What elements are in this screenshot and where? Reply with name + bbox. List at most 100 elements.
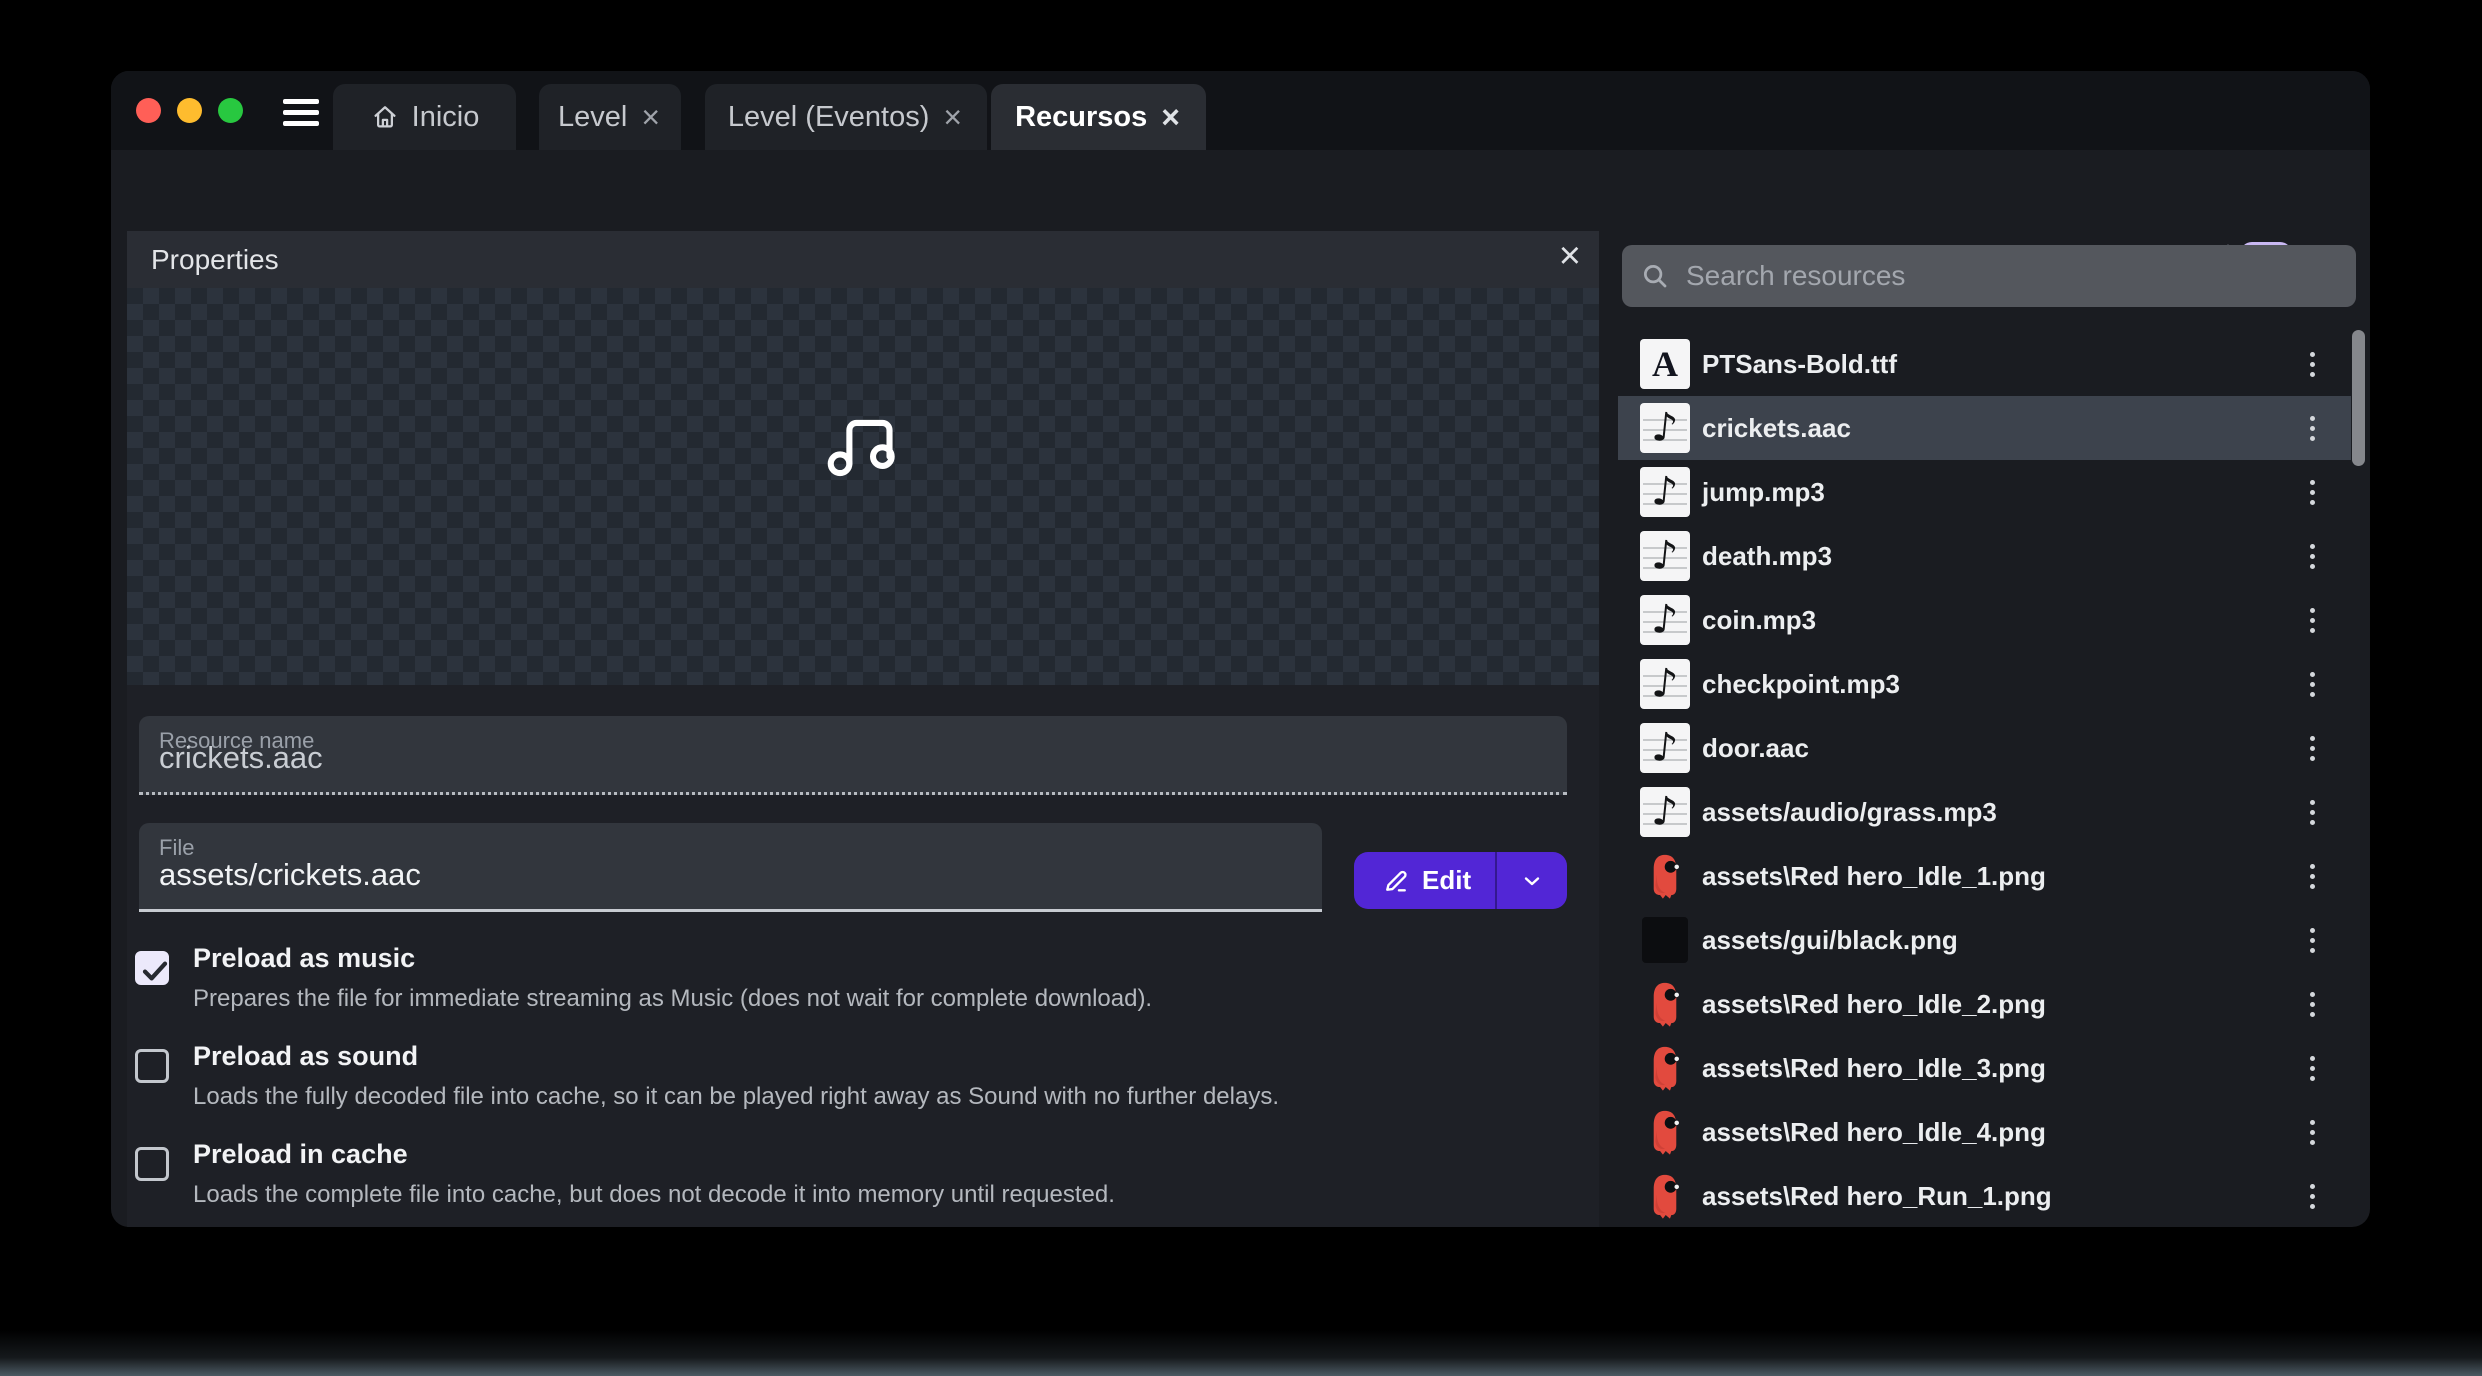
resource-item-name: assets/gui/black.png xyxy=(1702,925,1958,956)
pencil-icon xyxy=(1382,867,1410,895)
red-hero-sprite-icon xyxy=(1646,852,1684,900)
properties-header: Properties × xyxy=(127,231,1599,288)
audio-file-icon: ♪ xyxy=(1640,787,1690,837)
resource-list-item[interactable]: assets\Red hero_Idle_2.png xyxy=(1618,972,2351,1036)
properties-title: Properties xyxy=(151,244,279,276)
resource-list: A PTSans-Bold.ttf ♪ crickets.aac ♪ jump.… xyxy=(1618,332,2351,1227)
kebab-menu-icon[interactable] xyxy=(2299,986,2325,1022)
kebab-menu-icon[interactable] xyxy=(2299,1050,2325,1086)
chevron-down-icon xyxy=(1520,869,1544,893)
close-panel-icon[interactable]: × xyxy=(1559,235,1581,278)
audio-file-icon: ♪ xyxy=(1640,531,1690,581)
desktop-background: Inicio Level × Level (Eventos) × Recurso… xyxy=(0,0,2482,1376)
checkmark-icon xyxy=(139,955,171,987)
edit-dropdown-button[interactable] xyxy=(1497,869,1567,893)
minimize-window-button[interactable] xyxy=(177,98,202,123)
music-note-icon xyxy=(820,400,906,486)
home-icon xyxy=(370,102,400,132)
file-field[interactable]: File assets/crickets.aac xyxy=(139,823,1322,912)
checkbox-label: Preload as sound xyxy=(193,1039,1279,1073)
resource-item-name: assets\Red hero_Idle_2.png xyxy=(1702,989,2046,1020)
checkbox-description: Loads the fully decoded file into cache,… xyxy=(193,1081,1279,1113)
preload-as-music-row: Preload as music Prepares the file for i… xyxy=(135,941,1152,1015)
search-input[interactable] xyxy=(1686,260,2338,292)
kebab-menu-icon[interactable] xyxy=(2299,474,2325,510)
kebab-menu-icon[interactable] xyxy=(2299,666,2325,702)
resource-list-item[interactable]: ♪ door.aac xyxy=(1618,716,2351,780)
kebab-menu-icon[interactable] xyxy=(2299,346,2325,382)
kebab-menu-icon[interactable] xyxy=(2299,538,2325,574)
kebab-menu-icon[interactable] xyxy=(2299,1114,2325,1150)
resource-list-item[interactable]: ♪ assets/audio/grass.mp3 xyxy=(1618,780,2351,844)
resource-item-name: jump.mp3 xyxy=(1702,477,1825,508)
font-file-icon: A xyxy=(1640,339,1690,389)
resource-list-item[interactable]: assets\Red hero_Idle_1.png xyxy=(1618,844,2351,908)
red-hero-sprite-icon xyxy=(1646,1108,1684,1156)
kebab-menu-icon[interactable] xyxy=(2299,794,2325,830)
resource-list-item[interactable]: ♪ coin.mp3 xyxy=(1618,588,2351,652)
kebab-menu-icon[interactable] xyxy=(2299,730,2325,766)
resource-item-name: coin.mp3 xyxy=(1702,605,1816,636)
audio-file-icon: ♪ xyxy=(1640,467,1690,517)
red-hero-sprite-icon xyxy=(1646,980,1684,1028)
tab-recursos[interactable]: Recursos × xyxy=(991,84,1206,150)
resource-list-item[interactable]: assets/gui/black.png xyxy=(1618,908,2351,972)
preload-in-cache-row: Preload in cache Loads the complete file… xyxy=(135,1137,1115,1211)
checkbox-label: Preload as music xyxy=(193,941,1152,975)
tab-level[interactable]: Level × xyxy=(539,84,681,150)
main-menu-icon[interactable] xyxy=(283,99,319,126)
scrollbar-thumb[interactable] xyxy=(2352,330,2365,466)
resource-item-name: checkpoint.mp3 xyxy=(1702,669,1900,700)
close-tab-icon[interactable]: × xyxy=(639,101,662,133)
resource-item-name: death.mp3 xyxy=(1702,541,1832,572)
resource-item-name: crickets.aac xyxy=(1702,413,1851,444)
resource-list-item[interactable]: ♪ crickets.aac xyxy=(1618,396,2351,460)
resource-item-name: door.aac xyxy=(1702,733,1809,764)
tab-level-eventos[interactable]: Level (Eventos) × xyxy=(705,84,987,150)
preload-as-music-checkbox[interactable] xyxy=(135,951,169,985)
close-tab-icon[interactable]: × xyxy=(1159,101,1182,133)
kebab-menu-icon[interactable] xyxy=(2299,1178,2325,1214)
resource-item-name: assets/audio/grass.mp3 xyxy=(1702,797,1997,828)
resource-list-item[interactable]: ♪ checkpoint.mp3 xyxy=(1618,652,2351,716)
kebab-menu-icon[interactable] xyxy=(2299,922,2325,958)
kebab-menu-icon[interactable] xyxy=(2299,410,2325,446)
tab-label: Recursos xyxy=(1015,101,1147,134)
checkbox-label: Preload in cache xyxy=(193,1137,1115,1171)
black-image-icon xyxy=(1642,917,1688,963)
bottom-shadow-strip xyxy=(0,1330,2482,1376)
toolbar: Preview Publish xyxy=(111,150,2370,225)
close-window-button[interactable] xyxy=(136,98,161,123)
audio-file-icon: ♪ xyxy=(1640,723,1690,773)
resource-list-item[interactable]: assets\Red hero_Idle_4.png xyxy=(1618,1100,2351,1164)
edit-file-button[interactable]: Edit xyxy=(1354,852,1567,909)
checkbox-description: Loads the complete file into cache, but … xyxy=(193,1179,1115,1211)
app-window: Inicio Level × Level (Eventos) × Recurso… xyxy=(111,71,2370,1227)
search-icon xyxy=(1640,261,1670,291)
tab-label: Level xyxy=(558,101,627,134)
close-tab-icon[interactable]: × xyxy=(941,101,964,133)
preload-as-sound-checkbox[interactable] xyxy=(135,1049,169,1083)
kebab-menu-icon[interactable] xyxy=(2299,858,2325,894)
audio-file-icon: ♪ xyxy=(1640,659,1690,709)
search-box[interactable] xyxy=(1622,245,2356,307)
resource-name-field[interactable]: Resource name crickets.aac xyxy=(139,716,1567,795)
resource-list-item[interactable]: ♪ jump.mp3 xyxy=(1618,460,2351,524)
resource-item-name: assets\Red hero_Run_1.png xyxy=(1702,1181,2052,1212)
edit-label: Edit xyxy=(1422,865,1471,896)
preload-in-cache-checkbox[interactable] xyxy=(135,1147,169,1181)
resource-list-item[interactable]: assets\Red hero_Idle_3.png xyxy=(1618,1036,2351,1100)
resource-item-name: PTSans-Bold.ttf xyxy=(1702,349,1897,380)
properties-panel: Properties × Resource name crickets.aac … xyxy=(127,231,1599,1227)
edit-file-button-main[interactable]: Edit xyxy=(1354,865,1495,896)
tab-inicio[interactable]: Inicio xyxy=(333,84,516,150)
kebab-menu-icon[interactable] xyxy=(2299,602,2325,638)
resources-panel: A PTSans-Bold.ttf ♪ crickets.aac ♪ jump.… xyxy=(1618,225,2370,1227)
resource-list-item[interactable]: ♪ death.mp3 xyxy=(1618,524,2351,588)
maximize-window-button[interactable] xyxy=(218,98,243,123)
resource-list-item[interactable]: assets\Red hero_Run_1.png xyxy=(1618,1164,2351,1227)
tab-label: Level (Eventos) xyxy=(728,101,930,134)
resource-list-item[interactable]: A PTSans-Bold.ttf xyxy=(1618,332,2351,396)
preload-as-sound-row: Preload as sound Loads the fully decoded… xyxy=(135,1039,1279,1113)
resource-item-name: assets\Red hero_Idle_1.png xyxy=(1702,861,2046,892)
